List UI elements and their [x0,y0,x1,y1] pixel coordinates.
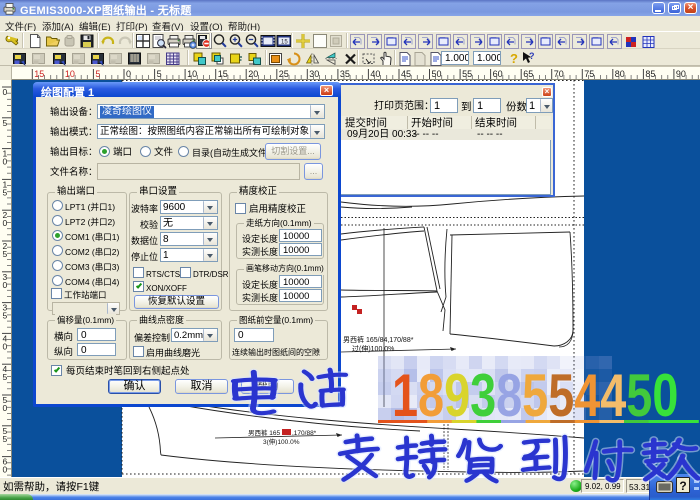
svg-text:?: ? [510,51,518,66]
svg-text:0: 0 [3,157,8,167]
svg-text:0: 0 [3,341,8,351]
svg-text:40: 40 [370,69,380,79]
svg-text:5: 5 [3,372,8,382]
svg-text:男西裤 165: 男西裤 165 [248,428,281,437]
svg-text:3(伸)100.0%: 3(伸)100.0% [263,437,300,446]
svg-text:60: 60 [493,69,503,79]
svg-text:85: 85 [645,69,655,79]
svg-text:75: 75 [584,69,594,79]
svg-text:10: 10 [65,69,75,79]
svg-text:15: 15 [281,40,288,46]
svg-text:0: 0 [3,218,8,228]
svg-text:?: ? [529,51,535,61]
svg-text:0: 0 [3,465,8,475]
svg-text:55: 55 [462,69,472,79]
svg-text:5: 5 [3,249,8,259]
svg-text:30: 30 [309,69,319,79]
svg-text:65: 65 [523,69,533,79]
svg-text:5: 5 [3,434,8,444]
svg-text:50: 50 [432,69,442,79]
svg-text:5: 5 [3,118,8,128]
svg-text:45: 45 [401,69,411,79]
svg-text:15: 15 [34,69,44,79]
svg-text:15: 15 [218,69,228,79]
svg-text:0: 0 [3,280,8,290]
svg-text:0: 0 [3,403,8,413]
svg-text:5: 5 [3,187,8,197]
svg-text:80: 80 [615,69,625,79]
svg-text:0: 0 [3,87,8,97]
svg-text:10: 10 [187,69,197,79]
svg-text:70: 70 [554,69,564,79]
svg-text:5: 5 [3,311,8,321]
svg-text:20: 20 [248,69,258,79]
svg-text:35: 35 [340,69,350,79]
svg-text:男西裤 165/84,170/88*: 男西裤 165/84,170/88* [343,335,414,344]
svg-text:25: 25 [279,69,289,79]
svg-text:90: 90 [676,69,686,79]
